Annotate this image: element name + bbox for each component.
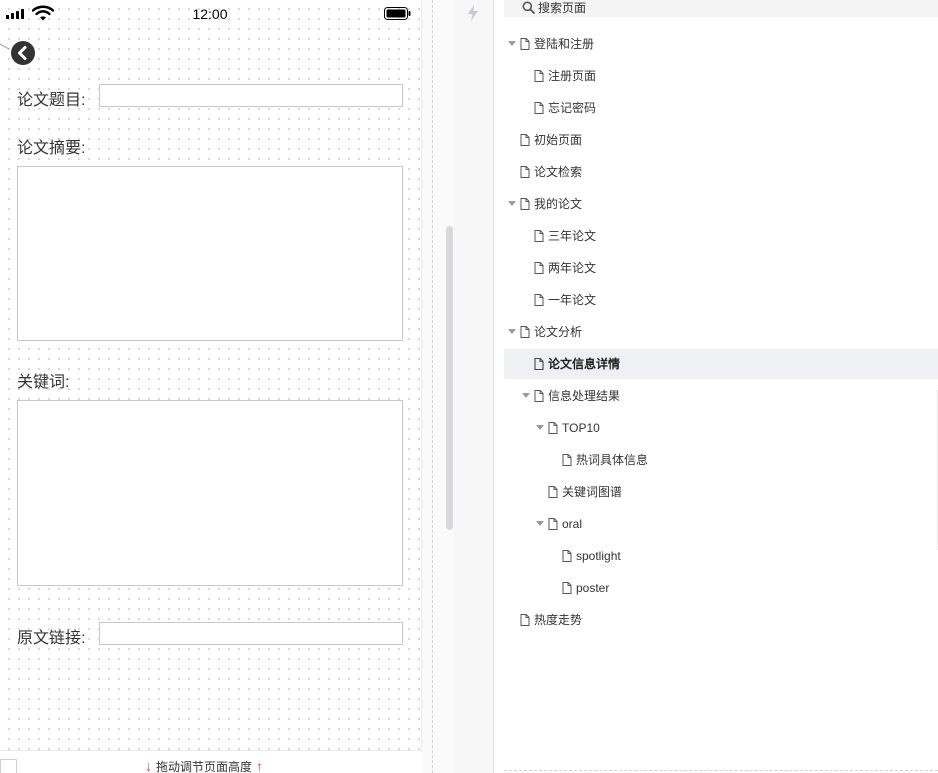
page-icon <box>520 166 530 178</box>
arrow-down-icon: ↓ <box>145 758 152 773</box>
drag-hint-label: 拖动调节页面高度 <box>156 759 253 773</box>
tree-item-label: 忘记密码 <box>548 101 597 115</box>
height-adjust-bar: ↓ 拖动调节页面高度 ↑ <box>0 750 422 773</box>
tree-item-paper-detail[interactable]: 论文信息详情 <box>504 349 938 379</box>
tree-item-one-year[interactable]: 一年论文 <box>504 285 938 315</box>
page-icon <box>548 518 558 530</box>
tree-item-paper-search[interactable]: 论文检索 <box>504 157 938 187</box>
tree-item-label: 信息处理结果 <box>548 389 621 403</box>
tree-item-top10[interactable]: TOP10 <box>504 413 938 443</box>
back-button[interactable] <box>11 41 35 65</box>
page-icon <box>562 582 572 594</box>
keywords-label: 关键词: <box>17 374 70 391</box>
page-icon <box>534 70 544 82</box>
tree-item-label: 论文分析 <box>534 325 583 339</box>
signal-icon <box>6 9 28 19</box>
tree-item-label: 三年论文 <box>548 229 597 243</box>
keywords-textarea[interactable] <box>17 400 403 586</box>
page-icon <box>520 614 530 626</box>
tree-item-label: spotlight <box>576 549 621 563</box>
caret-down-icon[interactable] <box>536 425 544 430</box>
canvas-scrollbar[interactable] <box>446 226 453 530</box>
tree-item-hotword-detail[interactable]: 热词具体信息 <box>504 445 938 475</box>
tree-item-forgot-password[interactable]: 忘记密码 <box>504 93 938 123</box>
tree-item-spotlight[interactable]: spotlight <box>504 541 938 571</box>
tree-item-oral[interactable]: oral <box>504 509 938 539</box>
abstract-label: 论文摘要: <box>17 140 86 157</box>
tree-item-label: 登陆和注册 <box>534 37 595 51</box>
page-icon <box>520 38 530 50</box>
tree-item-login-register[interactable]: 登陆和注册 <box>504 29 938 59</box>
tree-item-label: 关键词图谱 <box>562 485 623 499</box>
search-input[interactable] <box>538 0 838 15</box>
tree-item-label: poster <box>576 581 610 595</box>
tree-item-paper-analysis[interactable]: 论文分析 <box>504 317 938 347</box>
caret-down-icon[interactable] <box>508 41 516 46</box>
page-icon <box>520 326 530 338</box>
tree-item-processing-results[interactable]: 信息处理结果 <box>504 381 938 411</box>
tree-item-label: 热词具体信息 <box>576 453 649 467</box>
page-icon <box>562 550 572 562</box>
tree-item-label: 论文信息详情 <box>548 357 621 371</box>
title-input[interactable] <box>99 84 403 107</box>
battery-icon <box>384 7 411 20</box>
tree-item-label: TOP10 <box>562 421 600 435</box>
tree-item-register-page[interactable]: 注册页面 <box>504 61 938 91</box>
height-drag-handle[interactable]: ↓ 拖动调节页面高度 ↑ <box>145 758 263 773</box>
page-tree-panel: 登陆和注册 注册页面 忘记密码 初始页面 论文检索 我的论文 三年论文 两年论文… <box>494 0 938 773</box>
tree-item-label: 热度走势 <box>534 613 583 627</box>
link-label: 原文链接: <box>17 630 86 647</box>
tree-item-poster[interactable]: poster <box>504 573 938 603</box>
tree-item-label: oral <box>562 517 583 531</box>
tree-item-initial-page[interactable]: 初始页面 <box>504 125 938 155</box>
page-icon <box>548 486 558 498</box>
caret-down-icon[interactable] <box>508 329 516 334</box>
page-icon <box>534 358 544 370</box>
page-icon <box>534 230 544 242</box>
page-icon <box>548 422 558 434</box>
connector-line <box>0 43 10 50</box>
page-icon <box>534 390 544 402</box>
tree-item-two-year[interactable]: 两年论文 <box>504 253 938 283</box>
search-icon <box>522 1 535 14</box>
page-icon <box>520 134 530 146</box>
tree-item-trend[interactable]: 热度走势 <box>504 605 938 635</box>
abstract-textarea[interactable] <box>17 166 403 341</box>
page-icon <box>520 198 530 210</box>
tree-item-three-year[interactable]: 三年论文 <box>504 221 938 251</box>
tree-item-label: 论文检索 <box>534 165 583 179</box>
tree-item-my-papers[interactable]: 我的论文 <box>504 189 938 219</box>
page-icon <box>534 294 544 306</box>
tree-item-label: 两年论文 <box>548 261 597 275</box>
page-icon <box>562 454 572 466</box>
caret-down-icon[interactable] <box>522 393 530 398</box>
caret-down-icon[interactable] <box>536 521 544 526</box>
status-bar: 12:00 <box>0 0 421 26</box>
caret-down-icon[interactable] <box>508 201 516 206</box>
lightning-icon[interactable] <box>465 4 481 22</box>
search-box <box>504 0 938 17</box>
tree-item-label: 我的论文 <box>534 197 583 211</box>
canvas-guide-line <box>432 0 433 773</box>
tree-item-label: 一年论文 <box>548 293 597 307</box>
panel-splitter <box>454 0 494 773</box>
title-label: 论文题目: <box>17 92 86 109</box>
phone-preview: 12:00 论文题目: 论文摘要: 关键词: 原文链接: <box>0 0 421 750</box>
tree-item-label: 注册页面 <box>548 69 597 83</box>
panel-guide-line <box>504 770 938 771</box>
chevron-left-icon <box>18 46 27 60</box>
link-input[interactable] <box>99 622 403 645</box>
wifi-icon <box>32 5 54 21</box>
page-icon <box>534 262 544 274</box>
tree-item-keyword-graph[interactable]: 关键词图谱 <box>504 477 938 507</box>
status-time: 12:00 <box>192 6 228 22</box>
arrow-up-icon: ↑ <box>256 758 264 773</box>
bottom-checkbox[interactable] <box>0 759 17 773</box>
page-icon <box>534 102 544 114</box>
tree-item-label: 初始页面 <box>534 133 583 147</box>
